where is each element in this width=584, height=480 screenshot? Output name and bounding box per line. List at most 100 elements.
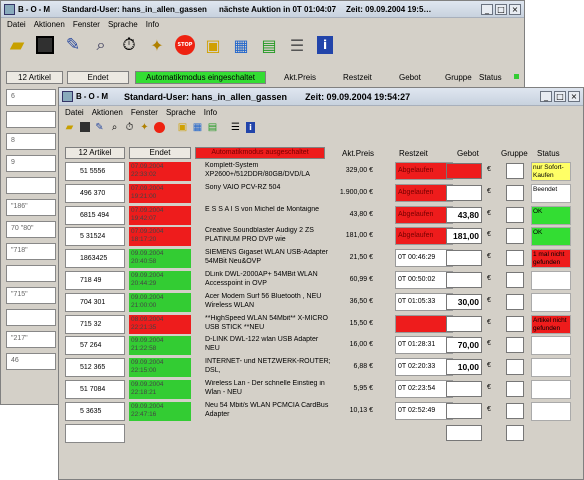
search-icon[interactable]: ⌕ bbox=[108, 121, 121, 134]
article-id-field[interactable]: 512 365 bbox=[65, 358, 125, 377]
article-id-field[interactable]: 1863425 bbox=[65, 249, 125, 268]
group-input[interactable] bbox=[506, 272, 524, 288]
currency-symbol: € bbox=[487, 319, 491, 326]
group-input[interactable] bbox=[506, 316, 524, 332]
open-folder-icon[interactable]: ▰ bbox=[63, 121, 76, 134]
back-item-field[interactable]: "718" bbox=[6, 243, 56, 260]
menu-item-info[interactable]: Info bbox=[204, 108, 217, 117]
bid-input[interactable] bbox=[446, 425, 482, 441]
save-icon[interactable] bbox=[33, 33, 57, 57]
back-item-field[interactable] bbox=[6, 265, 56, 282]
article-id-field[interactable]: 704 301 bbox=[65, 293, 125, 312]
back-end-button[interactable]: Endet bbox=[67, 71, 129, 84]
group-input[interactable] bbox=[506, 250, 524, 266]
bid-input[interactable]: 30,00 bbox=[446, 294, 482, 310]
front-end-button[interactable]: Endet bbox=[129, 147, 191, 159]
back-item-field[interactable]: "715" bbox=[6, 287, 56, 304]
close-button[interactable]: × bbox=[568, 91, 580, 102]
menu-item-datei[interactable]: Datei bbox=[65, 108, 84, 117]
back-articles-button[interactable]: 12 Artikel bbox=[6, 71, 63, 84]
bid-input[interactable]: 10,00 bbox=[446, 359, 482, 375]
article-id-field[interactable]: 5 31524 bbox=[65, 227, 125, 246]
front-automode-button[interactable]: Automatikmodus ausgeschaltet bbox=[195, 147, 325, 159]
stop-icon[interactable] bbox=[153, 121, 166, 134]
article-id-field[interactable]: 51 5556 bbox=[65, 162, 125, 181]
group-input[interactable] bbox=[506, 403, 524, 419]
minimize-button[interactable]: _ bbox=[481, 3, 493, 15]
bid-input[interactable] bbox=[446, 381, 482, 397]
article-id-field[interactable] bbox=[65, 424, 125, 443]
maximize-button[interactable]: □ bbox=[495, 3, 507, 15]
open-folder-icon[interactable]: ▰ bbox=[5, 33, 29, 57]
menu-item-sprache[interactable]: Sprache bbox=[166, 108, 196, 117]
group-input[interactable] bbox=[506, 337, 524, 353]
menu-item-sprache[interactable]: Sprache bbox=[108, 20, 138, 29]
bid-input[interactable]: 70,00 bbox=[446, 337, 482, 353]
tools-icon[interactable]: ✎ bbox=[93, 121, 106, 134]
info-icon[interactable]: i bbox=[313, 33, 337, 57]
article-id-field[interactable]: 6815 494 bbox=[65, 206, 125, 225]
group-input[interactable] bbox=[506, 359, 524, 375]
back-item-field[interactable] bbox=[6, 177, 56, 194]
search-icon[interactable]: ⌕ bbox=[89, 33, 113, 57]
group-input[interactable] bbox=[506, 381, 524, 397]
stopwatch-icon[interactable]: ⏱ bbox=[117, 33, 141, 57]
minimize-button[interactable]: _ bbox=[540, 91, 552, 102]
save-icon[interactable] bbox=[78, 121, 91, 134]
document-icon[interactable]: ☰ bbox=[285, 33, 309, 57]
stop-icon[interactable]: STOP bbox=[173, 33, 197, 57]
back-automode-button[interactable]: Automatikmodus eingeschaltet bbox=[135, 71, 266, 84]
article-id-field[interactable]: 496 370 bbox=[65, 184, 125, 203]
bid-input[interactable]: 181,00 bbox=[446, 228, 482, 244]
back-item-field[interactable]: 46 bbox=[6, 353, 56, 370]
wand-icon[interactable]: ✦ bbox=[138, 121, 151, 134]
back-item-field[interactable] bbox=[6, 309, 56, 326]
bid-input[interactable] bbox=[446, 316, 482, 332]
table-add-icon[interactable]: ▤ bbox=[257, 33, 281, 57]
bid-input[interactable] bbox=[446, 250, 482, 266]
tools-icon[interactable]: ✎ bbox=[61, 33, 85, 57]
menu-item-datei[interactable]: Datei bbox=[7, 20, 26, 29]
group-input[interactable] bbox=[506, 425, 524, 441]
bid-input[interactable] bbox=[446, 403, 482, 419]
group-input[interactable] bbox=[506, 185, 524, 201]
back-item-field[interactable] bbox=[6, 111, 56, 128]
back-item-field[interactable]: "217" bbox=[6, 331, 56, 348]
bid-input[interactable] bbox=[446, 163, 482, 179]
group-input[interactable] bbox=[506, 207, 524, 223]
group-input[interactable] bbox=[506, 228, 524, 244]
bid-input[interactable] bbox=[446, 185, 482, 201]
folder-icon[interactable]: ▣ bbox=[176, 121, 189, 134]
document-icon[interactable]: ☰ bbox=[229, 121, 242, 134]
group-input[interactable] bbox=[506, 294, 524, 310]
folder-icon[interactable]: ▣ bbox=[201, 33, 225, 57]
menu-item-info[interactable]: Info bbox=[146, 20, 159, 29]
back-item-field[interactable]: 8 bbox=[6, 133, 56, 150]
back-item-field[interactable]: 70 "80" bbox=[6, 221, 56, 238]
back-item-field[interactable]: 9 bbox=[6, 155, 56, 172]
stopwatch-icon[interactable]: ⏱ bbox=[123, 121, 136, 134]
group-input[interactable] bbox=[506, 163, 524, 179]
back-item-field[interactable]: "186" bbox=[6, 199, 56, 216]
article-id-field[interactable]: 718 49 bbox=[65, 271, 125, 290]
back-item-field[interactable]: 6 bbox=[6, 89, 56, 106]
menu-item-fenster[interactable]: Fenster bbox=[131, 108, 158, 117]
menu-item-aktionen[interactable]: Aktionen bbox=[34, 20, 65, 29]
grid-icon[interactable]: ▦ bbox=[191, 121, 204, 134]
article-id-field[interactable]: 57 264 bbox=[65, 336, 125, 355]
table-add-icon[interactable]: ▤ bbox=[206, 121, 219, 134]
grid-icon[interactable]: ▦ bbox=[229, 33, 253, 57]
bid-input[interactable] bbox=[446, 272, 482, 288]
article-id-field[interactable]: 51 7084 bbox=[65, 380, 125, 399]
maximize-button[interactable]: □ bbox=[554, 91, 566, 102]
article-id-field[interactable]: 5 3635 bbox=[65, 402, 125, 421]
info-icon[interactable]: i bbox=[244, 121, 257, 134]
front-articles-button[interactable]: 12 Artikel bbox=[65, 147, 125, 159]
bid-input[interactable]: 43,80 bbox=[446, 207, 482, 223]
menu-item-fenster[interactable]: Fenster bbox=[73, 20, 100, 29]
close-button[interactable]: × bbox=[509, 3, 521, 15]
end-time-cell: 07.09.2004 18:17:20 bbox=[129, 227, 191, 246]
wand-icon[interactable]: ✦ bbox=[145, 33, 169, 57]
menu-item-aktionen[interactable]: Aktionen bbox=[92, 108, 123, 117]
article-id-field[interactable]: 715 32 bbox=[65, 315, 125, 334]
